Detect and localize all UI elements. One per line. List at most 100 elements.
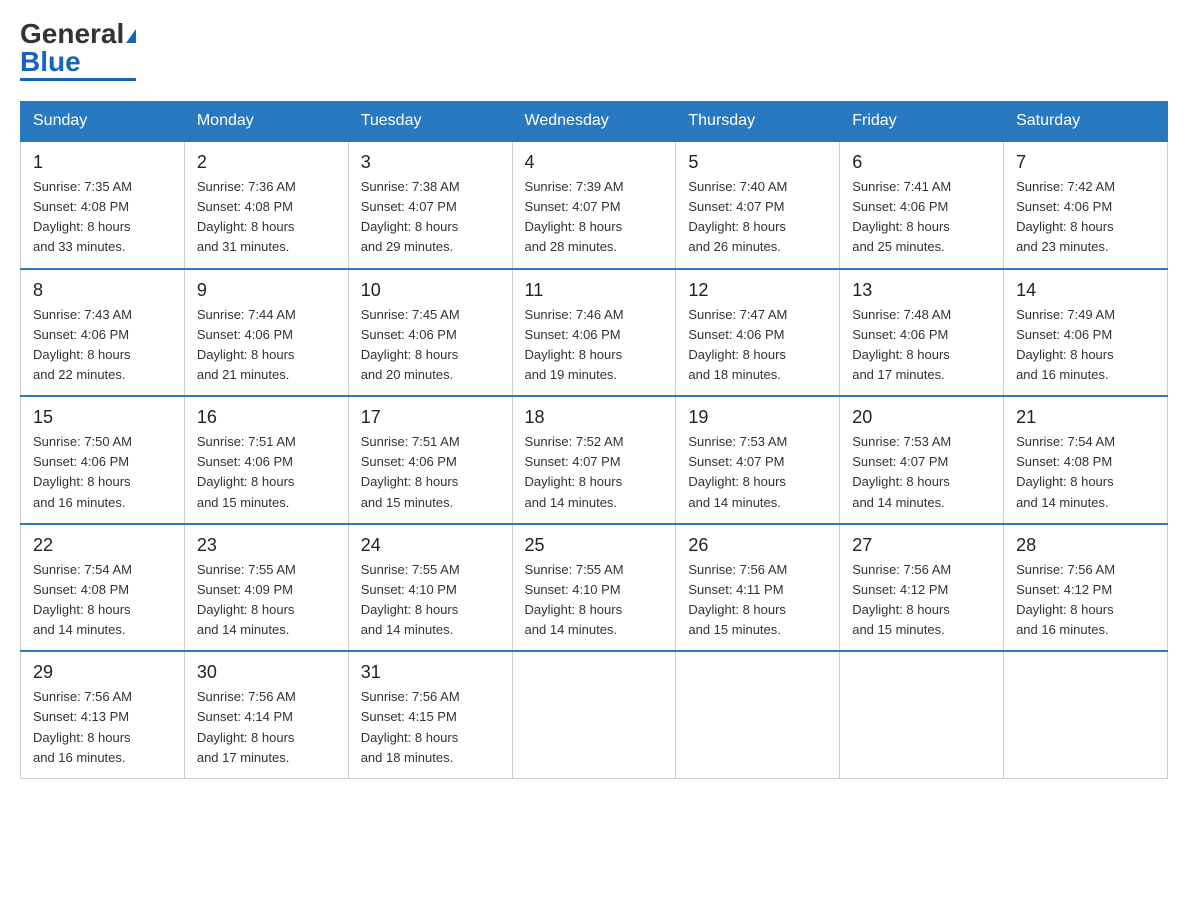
day-number: 21 [1016,407,1155,428]
day-info: Sunrise: 7:54 AM Sunset: 4:08 PM Dayligh… [33,560,172,641]
day-number: 19 [688,407,827,428]
calendar-cell [512,651,676,778]
day-number: 5 [688,152,827,173]
day-number: 16 [197,407,336,428]
day-info: Sunrise: 7:51 AM Sunset: 4:06 PM Dayligh… [197,432,336,513]
day-number: 18 [525,407,664,428]
calendar-cell: 22 Sunrise: 7:54 AM Sunset: 4:08 PM Dayl… [21,524,185,652]
day-number: 6 [852,152,991,173]
day-info: Sunrise: 7:40 AM Sunset: 4:07 PM Dayligh… [688,177,827,258]
day-number: 28 [1016,535,1155,556]
calendar-cell [840,651,1004,778]
day-info: Sunrise: 7:56 AM Sunset: 4:15 PM Dayligh… [361,687,500,768]
calendar-cell: 13 Sunrise: 7:48 AM Sunset: 4:06 PM Dayl… [840,269,1004,397]
day-info: Sunrise: 7:49 AM Sunset: 4:06 PM Dayligh… [1016,305,1155,386]
day-info: Sunrise: 7:47 AM Sunset: 4:06 PM Dayligh… [688,305,827,386]
day-number: 3 [361,152,500,173]
day-info: Sunrise: 7:42 AM Sunset: 4:06 PM Dayligh… [1016,177,1155,258]
logo-blue: Blue [20,46,81,77]
weekday-header-wednesday: Wednesday [512,102,676,142]
calendar-cell: 8 Sunrise: 7:43 AM Sunset: 4:06 PM Dayli… [21,269,185,397]
calendar-cell: 21 Sunrise: 7:54 AM Sunset: 4:08 PM Dayl… [1004,396,1168,524]
day-number: 9 [197,280,336,301]
day-number: 8 [33,280,172,301]
calendar-cell [676,651,840,778]
calendar-cell: 24 Sunrise: 7:55 AM Sunset: 4:10 PM Dayl… [348,524,512,652]
calendar-week-5: 29 Sunrise: 7:56 AM Sunset: 4:13 PM Dayl… [21,651,1168,778]
weekday-header-sunday: Sunday [21,102,185,142]
weekday-header-saturday: Saturday [1004,102,1168,142]
day-info: Sunrise: 7:55 AM Sunset: 4:10 PM Dayligh… [525,560,664,641]
calendar-cell: 3 Sunrise: 7:38 AM Sunset: 4:07 PM Dayli… [348,141,512,269]
day-number: 26 [688,535,827,556]
day-number: 1 [33,152,172,173]
calendar-cell: 12 Sunrise: 7:47 AM Sunset: 4:06 PM Dayl… [676,269,840,397]
day-number: 14 [1016,280,1155,301]
day-number: 29 [33,662,172,683]
day-info: Sunrise: 7:51 AM Sunset: 4:06 PM Dayligh… [361,432,500,513]
calendar-cell: 4 Sunrise: 7:39 AM Sunset: 4:07 PM Dayli… [512,141,676,269]
day-number: 22 [33,535,172,556]
weekday-header-friday: Friday [840,102,1004,142]
day-number: 10 [361,280,500,301]
day-number: 23 [197,535,336,556]
logo-text: General Blue [20,20,136,76]
day-number: 11 [525,280,664,301]
calendar-cell: 2 Sunrise: 7:36 AM Sunset: 4:08 PM Dayli… [184,141,348,269]
day-number: 27 [852,535,991,556]
day-info: Sunrise: 7:45 AM Sunset: 4:06 PM Dayligh… [361,305,500,386]
calendar-cell: 26 Sunrise: 7:56 AM Sunset: 4:11 PM Dayl… [676,524,840,652]
calendar-cell: 11 Sunrise: 7:46 AM Sunset: 4:06 PM Dayl… [512,269,676,397]
day-info: Sunrise: 7:56 AM Sunset: 4:14 PM Dayligh… [197,687,336,768]
day-number: 30 [197,662,336,683]
day-info: Sunrise: 7:54 AM Sunset: 4:08 PM Dayligh… [1016,432,1155,513]
calendar-week-3: 15 Sunrise: 7:50 AM Sunset: 4:06 PM Dayl… [21,396,1168,524]
calendar-cell: 23 Sunrise: 7:55 AM Sunset: 4:09 PM Dayl… [184,524,348,652]
calendar-cell: 17 Sunrise: 7:51 AM Sunset: 4:06 PM Dayl… [348,396,512,524]
calendar-cell [1004,651,1168,778]
calendar-cell: 25 Sunrise: 7:55 AM Sunset: 4:10 PM Dayl… [512,524,676,652]
day-number: 2 [197,152,336,173]
calendar-cell: 28 Sunrise: 7:56 AM Sunset: 4:12 PM Dayl… [1004,524,1168,652]
day-number: 31 [361,662,500,683]
day-number: 17 [361,407,500,428]
logo: General Blue [20,20,136,81]
day-info: Sunrise: 7:56 AM Sunset: 4:12 PM Dayligh… [1016,560,1155,641]
day-info: Sunrise: 7:35 AM Sunset: 4:08 PM Dayligh… [33,177,172,258]
calendar-cell: 15 Sunrise: 7:50 AM Sunset: 4:06 PM Dayl… [21,396,185,524]
day-number: 25 [525,535,664,556]
weekday-header-thursday: Thursday [676,102,840,142]
calendar-table: SundayMondayTuesdayWednesdayThursdayFrid… [20,101,1168,779]
weekday-header-row: SundayMondayTuesdayWednesdayThursdayFrid… [21,102,1168,142]
calendar-cell: 10 Sunrise: 7:45 AM Sunset: 4:06 PM Dayl… [348,269,512,397]
day-info: Sunrise: 7:39 AM Sunset: 4:07 PM Dayligh… [525,177,664,258]
day-info: Sunrise: 7:46 AM Sunset: 4:06 PM Dayligh… [525,305,664,386]
day-info: Sunrise: 7:55 AM Sunset: 4:09 PM Dayligh… [197,560,336,641]
day-number: 15 [33,407,172,428]
day-info: Sunrise: 7:56 AM Sunset: 4:13 PM Dayligh… [33,687,172,768]
calendar-cell: 5 Sunrise: 7:40 AM Sunset: 4:07 PM Dayli… [676,141,840,269]
logo-triangle-icon [126,29,136,43]
day-info: Sunrise: 7:44 AM Sunset: 4:06 PM Dayligh… [197,305,336,386]
day-info: Sunrise: 7:56 AM Sunset: 4:11 PM Dayligh… [688,560,827,641]
weekday-header-tuesday: Tuesday [348,102,512,142]
day-info: Sunrise: 7:43 AM Sunset: 4:06 PM Dayligh… [33,305,172,386]
day-info: Sunrise: 7:41 AM Sunset: 4:06 PM Dayligh… [852,177,991,258]
day-info: Sunrise: 7:53 AM Sunset: 4:07 PM Dayligh… [852,432,991,513]
day-info: Sunrise: 7:50 AM Sunset: 4:06 PM Dayligh… [33,432,172,513]
calendar-week-1: 1 Sunrise: 7:35 AM Sunset: 4:08 PM Dayli… [21,141,1168,269]
day-info: Sunrise: 7:56 AM Sunset: 4:12 PM Dayligh… [852,560,991,641]
page-header: General Blue [20,20,1168,81]
calendar-cell: 1 Sunrise: 7:35 AM Sunset: 4:08 PM Dayli… [21,141,185,269]
day-info: Sunrise: 7:55 AM Sunset: 4:10 PM Dayligh… [361,560,500,641]
day-number: 13 [852,280,991,301]
day-info: Sunrise: 7:52 AM Sunset: 4:07 PM Dayligh… [525,432,664,513]
day-info: Sunrise: 7:53 AM Sunset: 4:07 PM Dayligh… [688,432,827,513]
day-info: Sunrise: 7:48 AM Sunset: 4:06 PM Dayligh… [852,305,991,386]
day-info: Sunrise: 7:36 AM Sunset: 4:08 PM Dayligh… [197,177,336,258]
calendar-week-4: 22 Sunrise: 7:54 AM Sunset: 4:08 PM Dayl… [21,524,1168,652]
calendar-cell: 19 Sunrise: 7:53 AM Sunset: 4:07 PM Dayl… [676,396,840,524]
calendar-cell: 18 Sunrise: 7:52 AM Sunset: 4:07 PM Dayl… [512,396,676,524]
weekday-header-monday: Monday [184,102,348,142]
calendar-cell: 20 Sunrise: 7:53 AM Sunset: 4:07 PM Dayl… [840,396,1004,524]
